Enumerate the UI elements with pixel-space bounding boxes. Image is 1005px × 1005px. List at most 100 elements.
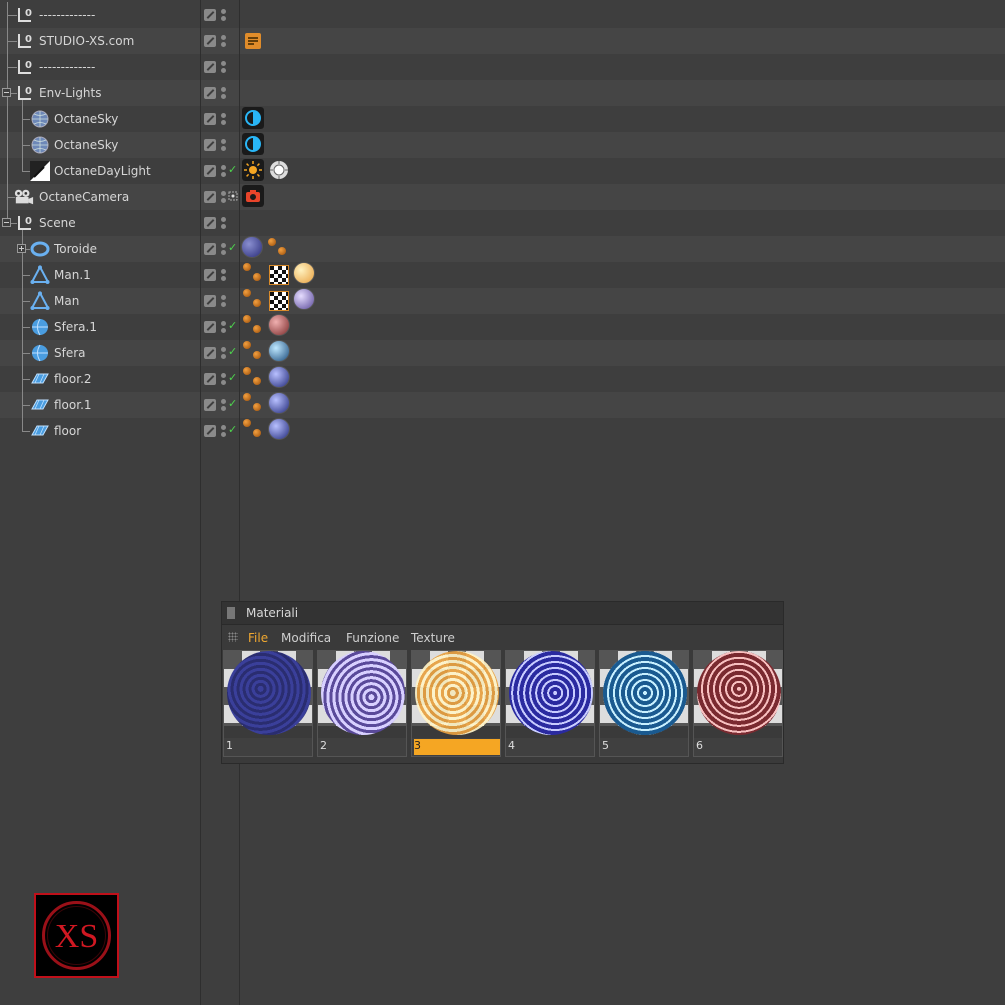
panel-grip-icon[interactable]: [227, 607, 235, 619]
layer-icon[interactable]: [204, 87, 216, 99]
column-divider[interactable]: [200, 0, 201, 1005]
sky-tag-icon[interactable]: [242, 107, 264, 129]
menu-file[interactable]: File: [248, 631, 268, 645]
visibility-dots[interactable]: [221, 61, 226, 73]
visibility-dots[interactable]: [221, 347, 226, 359]
phong-tag-icon[interactable]: [242, 340, 264, 362]
layer-icon[interactable]: [204, 113, 216, 125]
material-tag-icon[interactable]: [293, 288, 315, 310]
object-item[interactable]: 0 -------------: [0, 54, 200, 80]
visibility-dots[interactable]: [221, 87, 226, 99]
object-item[interactable]: 0 STUDIO-XS.com: [0, 28, 200, 54]
material-swatch[interactable]: 4: [505, 650, 595, 757]
object-item[interactable]: 0 Scene: [0, 210, 200, 236]
material-tag-icon[interactable]: [268, 392, 290, 414]
object-item[interactable]: Man: [0, 288, 200, 314]
object-item[interactable]: Man.1: [0, 262, 200, 288]
layer-icon[interactable]: [204, 217, 216, 229]
menu-modifica[interactable]: Modifica: [281, 631, 331, 645]
material-tag-icon[interactable]: [268, 366, 290, 388]
visibility-dots[interactable]: [221, 295, 226, 307]
visibility-dots[interactable]: [221, 321, 226, 333]
material-tag-icon[interactable]: [268, 314, 290, 336]
layer-icon[interactable]: [204, 399, 216, 411]
layer-icon[interactable]: [204, 243, 216, 255]
material-tag-icon[interactable]: [268, 340, 290, 362]
visibility-dots[interactable]: [221, 9, 226, 21]
object-item[interactable]: Toroide: [0, 236, 200, 262]
phong-tag-icon[interactable]: [242, 418, 264, 440]
enabled-check-icon[interactable]: ✓: [228, 423, 237, 436]
visibility-dots[interactable]: [221, 165, 226, 177]
layer-icon[interactable]: [204, 35, 216, 47]
visibility-dots[interactable]: [221, 243, 226, 255]
column-divider[interactable]: [239, 0, 240, 1005]
enabled-check-icon[interactable]: ✓: [228, 163, 237, 176]
visibility-dots[interactable]: [221, 35, 226, 47]
uvw-tag-icon[interactable]: [269, 265, 289, 285]
material-swatch[interactable]: 6: [693, 650, 783, 757]
material-swatch[interactable]: 5: [599, 650, 689, 757]
camera-tag-icon[interactable]: [242, 185, 264, 207]
object-item[interactable]: OctaneDayLight: [0, 158, 200, 184]
object-item[interactable]: floor.1: [0, 392, 200, 418]
layer-icon[interactable]: [204, 191, 216, 203]
object-item[interactable]: floor: [0, 418, 200, 444]
material-tag-icon[interactable]: [293, 262, 315, 284]
uvw-tag-icon[interactable]: [269, 291, 289, 311]
layer-icon[interactable]: [204, 347, 216, 359]
phong-tag-icon[interactable]: [242, 314, 264, 336]
phong-tag-icon[interactable]: [242, 392, 264, 414]
annotation-tag-icon[interactable]: [242, 30, 264, 52]
material-swatch[interactable]: 2: [317, 650, 407, 757]
object-item[interactable]: 0 -------------: [0, 2, 200, 28]
phong-tag-icon[interactable]: [242, 366, 264, 388]
enabled-check-icon[interactable]: ✓: [228, 319, 237, 332]
material-swatch[interactable]: 1: [223, 650, 313, 757]
visibility-dots[interactable]: [221, 139, 226, 151]
target-icon[interactable]: [228, 189, 238, 203]
object-item[interactable]: 0 Env-Lights: [0, 80, 200, 106]
layer-icon[interactable]: [204, 321, 216, 333]
object-item[interactable]: OctaneSky: [0, 106, 200, 132]
layer-icon[interactable]: [204, 61, 216, 73]
visibility-dots[interactable]: [221, 191, 226, 203]
visibility-dots[interactable]: [221, 425, 226, 437]
enabled-check-icon[interactable]: ✓: [228, 345, 237, 358]
layer-icon[interactable]: [204, 269, 216, 281]
enabled-check-icon[interactable]: ✓: [228, 371, 237, 384]
enabled-check-icon[interactable]: ✓: [228, 397, 237, 410]
layer-icon[interactable]: [204, 373, 216, 385]
sky-tag-icon[interactable]: [242, 133, 264, 155]
layer-icon[interactable]: [204, 425, 216, 437]
phong-tag-icon[interactable]: [242, 288, 264, 310]
layer-icon[interactable]: [204, 139, 216, 151]
visibility-dots[interactable]: [221, 373, 226, 385]
phong-tag-icon[interactable]: [242, 262, 264, 284]
sun-tag-icon[interactable]: [242, 159, 264, 181]
enabled-check-icon[interactable]: ✓: [228, 241, 237, 254]
object-item[interactable]: OctaneCamera: [0, 184, 200, 210]
panel-title-bar[interactable]: Materiali: [222, 602, 783, 625]
collapse-toggle[interactable]: [2, 218, 11, 227]
menu-grip-icon[interactable]: [228, 632, 238, 642]
visibility-dots[interactable]: [221, 269, 226, 281]
visibility-dots[interactable]: [221, 217, 226, 229]
object-item[interactable]: floor.2: [0, 366, 200, 392]
menu-funzione[interactable]: Funzione: [346, 631, 399, 645]
expand-toggle[interactable]: [17, 244, 26, 253]
menu-texture[interactable]: Texture: [411, 631, 455, 645]
material-swatch[interactable]: 3: [411, 650, 501, 757]
object-item[interactable]: Sfera: [0, 340, 200, 366]
visibility-dots[interactable]: [221, 113, 226, 125]
collapse-toggle[interactable]: [2, 88, 11, 97]
object-item[interactable]: Sfera.1: [0, 314, 200, 340]
visibility-dots[interactable]: [221, 399, 226, 411]
light-tag-icon[interactable]: [268, 159, 290, 181]
material-tag-icon[interactable]: [268, 418, 290, 440]
phong-tag-icon[interactable]: [266, 236, 288, 258]
material-tag-icon[interactable]: [241, 236, 263, 258]
layer-icon[interactable]: [204, 9, 216, 21]
object-item[interactable]: OctaneSky: [0, 132, 200, 158]
layer-icon[interactable]: [204, 165, 216, 177]
